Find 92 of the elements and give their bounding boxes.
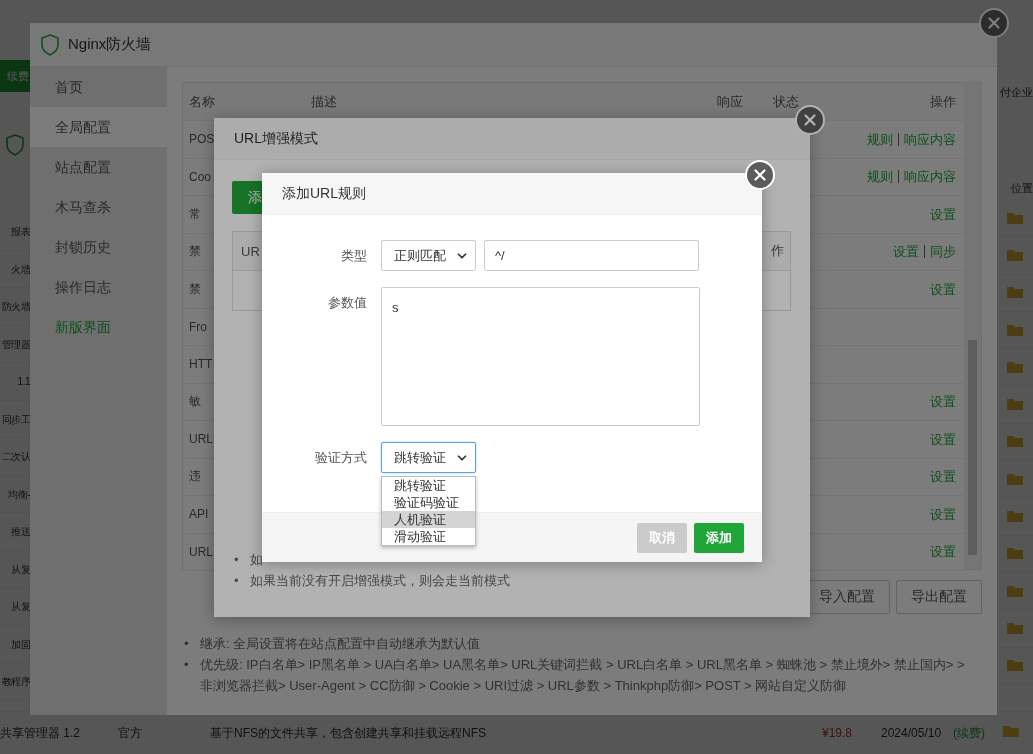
folder-icon[interactable]	[1006, 248, 1024, 262]
plugin-description: 基于NFS的文件共享，包含创建共享和挂载远程NFS	[210, 724, 487, 742]
column-header: UR	[241, 243, 260, 259]
note-text: 如果当前没有开启增强模式，则会走当前模式	[250, 572, 510, 590]
dropdown-option[interactable]: 验证码验证	[382, 494, 475, 511]
note-text: 优先级: IP白名单> IP黑名单 > UA白名单> UA黑名单> URL关键词拦截 > URL白名单 > URL黑名单 > 蜘蛛池 > 禁止境外> 禁止国内> > 非浏览器拦截> User-Agent > CC防御 > Cookie > URI过滤 > URL参数 > Thinkphp防御> POST > 网站自定义防御	[200, 656, 966, 695]
table-cell: 违	[189, 468, 201, 486]
note-text: 如	[250, 551, 263, 569]
table-cell: POS	[189, 132, 215, 147]
dropdown-option[interactable]: 人机验证	[382, 511, 475, 528]
plugin-source: 官方	[118, 724, 143, 742]
bullet: •	[234, 572, 240, 590]
plugin-name: 共享管理器 1.2	[0, 724, 81, 742]
folder-icon[interactable]	[1006, 621, 1024, 635]
input-field[interactable]: ^/	[484, 240, 699, 271]
action-link[interactable]: 规则	[862, 132, 898, 146]
close-icon	[801, 111, 819, 129]
folder-icon[interactable]	[1006, 472, 1024, 486]
field-label: 类型	[340, 247, 367, 265]
column-header: 描述	[311, 92, 337, 111]
folder-icon[interactable]	[1006, 398, 1024, 412]
plugin-price: ¥19.8	[822, 726, 854, 740]
action-link[interactable]: 设置	[925, 282, 956, 296]
column-header: 名称	[189, 92, 215, 111]
select-field[interactable]: 正则匹配	[381, 240, 476, 271]
action-link[interactable]: 同步	[924, 245, 956, 259]
sidebar-item[interactable]: 首页	[30, 67, 167, 107]
folder-icon[interactable]	[1003, 725, 1020, 738]
action-link[interactable]: 设置	[925, 470, 956, 484]
bullet: •	[184, 656, 190, 674]
folder-icon[interactable]	[1006, 323, 1024, 337]
folder-icon[interactable]	[1006, 211, 1024, 225]
shield-icon	[5, 134, 25, 156]
column-header: 操作	[930, 92, 956, 111]
table-cell: 常	[189, 205, 201, 223]
table-cell: 禁	[189, 243, 201, 261]
field-label: 参数值	[327, 294, 367, 312]
table-cell: API	[189, 507, 209, 522]
folder-icon[interactable]	[1006, 510, 1024, 523]
close-icon	[751, 166, 769, 184]
folder-icon[interactable]	[1006, 584, 1024, 598]
dropdown-option[interactable]: 跳转验证	[382, 477, 475, 494]
table-cell: HTT	[189, 357, 213, 372]
action-link[interactable]: 响应内容	[898, 132, 956, 146]
table-cell: Coo	[189, 169, 211, 184]
folder-icon[interactable]	[1006, 435, 1024, 449]
action-link[interactable]: 设置	[925, 395, 956, 409]
action-link[interactable]: 设置	[925, 507, 956, 521]
column-text: 位置	[1010, 181, 1033, 196]
renew-link[interactable]: (续费)	[953, 724, 1003, 742]
sidebar-item[interactable]: 操作日志	[30, 267, 167, 307]
bullet: •	[234, 551, 240, 569]
table-cell: URL	[189, 432, 213, 447]
bullet: •	[184, 635, 190, 653]
column-header: 响应	[717, 92, 743, 111]
folder-icon[interactable]	[1006, 286, 1024, 300]
folder-icon[interactable]	[1006, 547, 1024, 561]
folder-icon[interactable]	[1006, 360, 1024, 374]
sidebar-item[interactable]: 木马查杀	[30, 187, 167, 227]
dialog-title: 添加URL规则	[262, 173, 762, 215]
sidebar-item[interactable]: 站点配置	[30, 147, 167, 187]
action-link[interactable]: 响应内容	[898, 170, 956, 184]
column-header: 作	[771, 242, 784, 260]
table-cell: 敏	[189, 393, 201, 411]
sidebar-item[interactable]: 新版界面	[30, 307, 167, 347]
close-icon	[985, 14, 1003, 32]
text-area[interactable]: s	[381, 287, 700, 426]
action-link[interactable]: 设置	[925, 432, 956, 446]
table-cell: 禁	[189, 280, 201, 298]
config-button[interactable]: 导出配置	[896, 580, 982, 614]
action-link[interactable]: 设置	[888, 245, 924, 259]
dialog-title: URL增强模式	[214, 118, 810, 160]
select-field[interactable]: 跳转验证	[381, 442, 476, 473]
table-cell: URL	[189, 544, 213, 559]
field-label: 验证方式	[314, 449, 367, 467]
action-link[interactable]: 规则	[862, 170, 898, 184]
expiry-date: 2024/05/10	[881, 726, 943, 740]
column-header: 状态	[773, 92, 799, 111]
sidebar-item[interactable]: 全局配置	[30, 107, 167, 147]
window-title: Nginx防火墙	[68, 35, 152, 54]
note-text: 继承: 全局设置将在站点配置中自动继承为默认值	[200, 635, 481, 653]
table-cell: Fro	[189, 319, 207, 334]
sidebar-item[interactable]: 封锁历史	[30, 227, 167, 267]
scrollbar[interactable]	[964, 83, 981, 569]
close-button[interactable]	[979, 8, 1009, 38]
shield-icon	[40, 33, 60, 56]
folder-icon[interactable]	[1006, 659, 1024, 673]
add-button[interactable]: 添加	[694, 522, 744, 553]
action-link[interactable]: 设置	[925, 207, 956, 221]
action-link[interactable]: 设置	[925, 545, 956, 559]
renew-button[interactable]: 续费	[0, 60, 30, 92]
dropdown-option[interactable]: 滑动验证	[382, 528, 475, 545]
